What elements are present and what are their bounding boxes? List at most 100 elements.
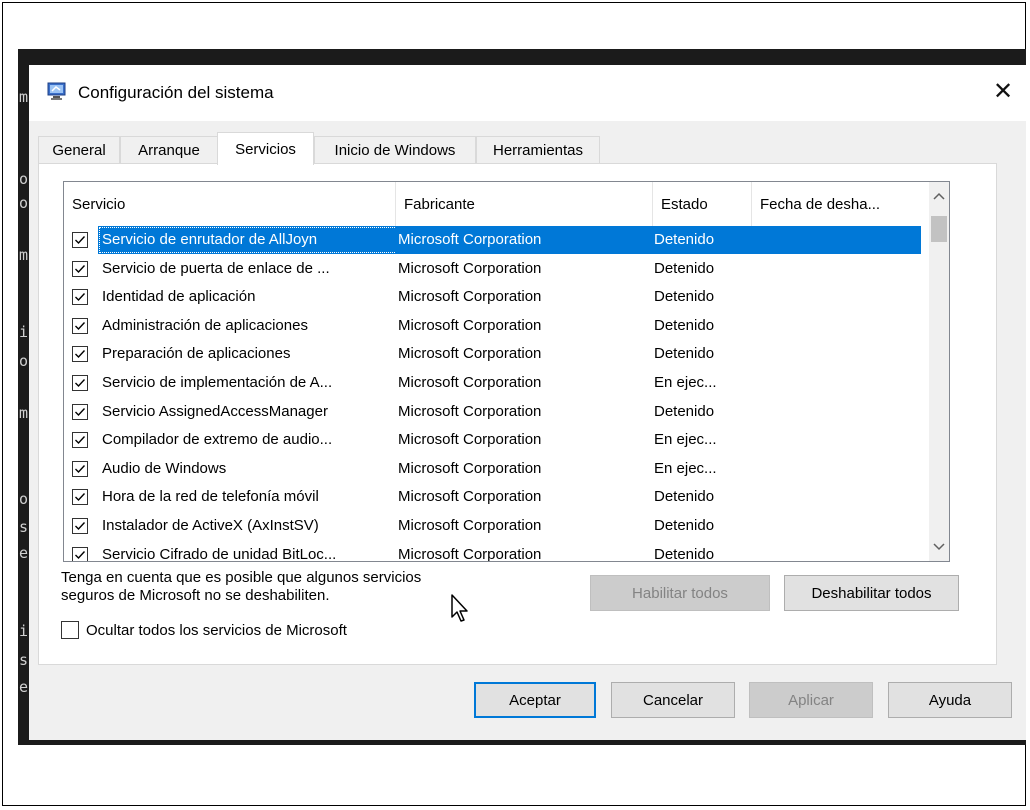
service-name: Administración de aplicaciones — [102, 316, 308, 334]
service-status: Detenido — [654, 488, 715, 506]
service-row[interactable]: Administración de aplicaciones Microsoft … — [64, 312, 929, 341]
background-glyph: o — [19, 194, 29, 212]
service-row[interactable]: Servicio de enrutador de AllJoyn Microsof… — [64, 226, 929, 255]
service-disabled-date — [752, 455, 921, 483]
service-checkbox[interactable] — [72, 232, 88, 248]
service-manufacturer: Microsoft Corporation — [398, 316, 542, 334]
service-row[interactable]: Preparación de aplicaciones Microsoft Cor… — [64, 340, 929, 369]
service-checkbox[interactable] — [72, 546, 88, 561]
background-glyph: m — [19, 246, 29, 264]
tab-herramientas[interactable]: Herramientas — [476, 136, 600, 164]
enable-all-button[interactable]: Habilitar todos — [590, 575, 770, 611]
hide-microsoft-checkbox[interactable] — [61, 621, 79, 639]
service-manufacturer: Microsoft Corporation — [398, 459, 542, 477]
service-disabled-date — [752, 512, 921, 540]
service-name: Audio de Windows — [102, 459, 227, 477]
scroll-down-button[interactable] — [929, 537, 949, 557]
background-glyph: o — [19, 490, 29, 508]
service-checkbox[interactable] — [72, 403, 88, 420]
service-manufacturer: Microsoft Corporation — [398, 545, 542, 562]
column-header-servicio[interactable]: Servicio — [64, 182, 396, 226]
service-name: Identidad de aplicación — [102, 288, 256, 306]
services-panel: Servicio Fabricante Estado Fecha de desh… — [38, 163, 997, 665]
background-glyph: i — [19, 622, 29, 640]
vertical-scrollbar[interactable] — [929, 182, 949, 561]
system-configuration-dialog: Configuración del sistema ✕ General Arra… — [29, 65, 1026, 740]
service-checkbox[interactable] — [72, 517, 88, 534]
service-manufacturer: Microsoft Corporation — [398, 259, 542, 277]
scroll-thumb[interactable] — [931, 216, 947, 242]
tab-arranque[interactable]: Arranque — [120, 136, 218, 164]
service-checkbox[interactable] — [72, 374, 88, 391]
service-manufacturer: Microsoft Corporation — [398, 402, 542, 420]
service-row[interactable]: Servicio AssignedAccessManager Microsoft … — [64, 398, 929, 427]
ok-button[interactable]: Aceptar — [474, 682, 596, 718]
help-button[interactable]: Ayuda — [888, 682, 1012, 718]
window-title: Configuración del sistema — [78, 83, 274, 102]
note-line-1: Tenga en cuenta que es posible que algun… — [61, 569, 422, 586]
service-manufacturer: Microsoft Corporation — [398, 516, 542, 534]
service-manufacturer: Microsoft Corporation — [398, 431, 542, 449]
tab-general[interactable]: General — [38, 136, 120, 164]
cancel-button[interactable]: Cancelar — [611, 682, 735, 718]
service-status: Detenido — [654, 516, 715, 534]
disable-all-button[interactable]: Deshabilitar todos — [784, 575, 959, 611]
service-row[interactable]: Servicio de implementación de A... Micros… — [64, 369, 929, 398]
column-header-estado[interactable]: Estado — [653, 182, 752, 226]
tab-inicio-de-windows[interactable]: Inicio de Windows — [314, 136, 476, 164]
services-list[interactable]: Servicio Fabricante Estado Fecha de desh… — [63, 181, 950, 562]
service-disabled-date — [752, 226, 921, 254]
service-rows: Servicio de enrutador de AllJoyn Microsof… — [64, 226, 929, 562]
service-manufacturer: Microsoft Corporation — [398, 288, 542, 306]
close-button[interactable]: ✕ — [980, 65, 1026, 117]
background-glyph: s — [19, 651, 29, 669]
list-header: Servicio Fabricante Estado Fecha de desh… — [64, 182, 929, 226]
service-status: En ejec... — [654, 373, 717, 391]
service-disabled-date — [752, 312, 921, 340]
service-checkbox[interactable] — [72, 346, 88, 363]
service-name: Servicio de enrutador de AllJoyn — [98, 226, 400, 254]
service-row[interactable]: Compilador de extremo de audio... Microso… — [64, 426, 929, 455]
service-row[interactable]: Hora de la red de telefonía móvil Microso… — [64, 483, 929, 512]
background-glyph: m — [19, 88, 29, 106]
service-checkbox[interactable] — [72, 432, 88, 449]
service-status: Detenido — [654, 316, 715, 334]
service-status: Detenido — [654, 288, 715, 306]
service-row[interactable]: Identidad de aplicación Microsoft Corpora… — [64, 283, 929, 312]
background-glyph: i — [19, 323, 29, 341]
background-glyph: e — [19, 678, 29, 696]
service-checkbox[interactable] — [72, 489, 88, 506]
service-row[interactable]: Audio de Windows Microsoft Corporation En … — [64, 455, 929, 484]
service-status: En ejec... — [654, 431, 717, 449]
apply-button[interactable]: Aplicar — [749, 682, 873, 718]
service-name: Instalador de ActiveX (AxInstSV) — [102, 516, 319, 534]
background-glyph: o — [19, 352, 29, 370]
service-status: Detenido — [654, 402, 715, 420]
column-header-fabricante[interactable]: Fabricante — [396, 182, 653, 226]
service-row[interactable]: Servicio Cifrado de unidad BitLoc... Micr… — [64, 541, 929, 562]
service-checkbox[interactable] — [72, 289, 88, 306]
chevron-down-icon — [933, 543, 945, 551]
service-row[interactable]: Servicio de puerta de enlace de ... Micro… — [64, 255, 929, 284]
service-disabled-date — [752, 255, 921, 283]
service-status: Detenido — [654, 259, 715, 277]
service-checkbox[interactable] — [72, 260, 88, 277]
service-status: Detenido — [654, 345, 715, 363]
service-disabled-date — [752, 398, 921, 426]
service-disabled-date — [752, 340, 921, 368]
background-glyph: s — [19, 518, 29, 536]
scroll-up-button[interactable] — [929, 186, 949, 206]
service-checkbox[interactable] — [72, 460, 88, 477]
service-name: Hora de la red de telefonía móvil — [102, 488, 319, 506]
column-header-fecha[interactable]: Fecha de desha... — [752, 182, 929, 226]
service-name: Servicio de implementación de A... — [102, 373, 333, 391]
service-manufacturer: Microsoft Corporation — [398, 345, 542, 363]
service-disabled-date — [752, 541, 921, 561]
service-status: Detenido — [654, 545, 715, 562]
hide-microsoft-services[interactable]: Ocultar todos los servicios de Microsoft — [61, 619, 347, 641]
service-row[interactable]: Instalador de ActiveX (AxInstSV) Microsof… — [64, 512, 929, 541]
tab-servicios[interactable]: Servicios — [217, 132, 314, 165]
service-checkbox[interactable] — [72, 317, 88, 334]
service-manufacturer: Microsoft Corporation — [398, 373, 542, 391]
service-disabled-date — [752, 483, 921, 511]
